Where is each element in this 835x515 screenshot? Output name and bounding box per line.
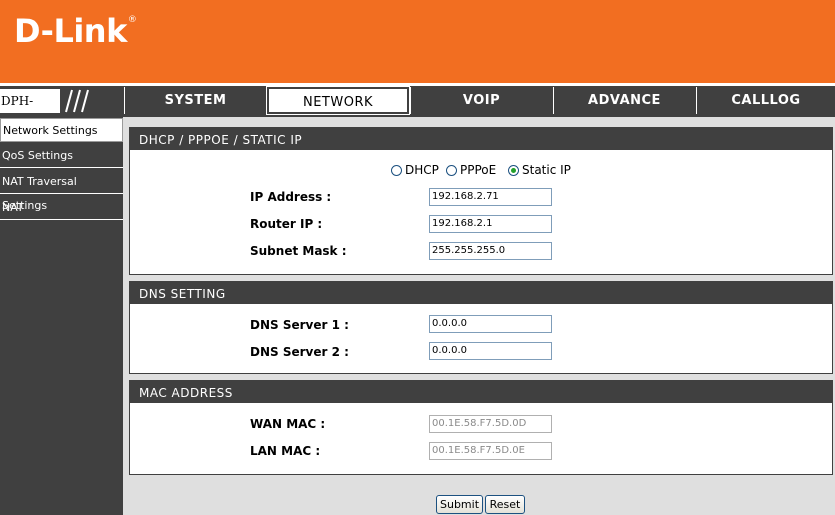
static-ip-radio[interactable]	[508, 165, 519, 176]
reset-button[interactable]: Reset	[485, 495, 525, 514]
ip-section-title: DHCP / PPPOE / STATIC IP	[130, 128, 832, 150]
submit-button[interactable]: Submit	[436, 495, 483, 514]
dns-server-2-label: DNS Server 2 :	[250, 345, 349, 359]
sidebar-item-network-settings[interactable]: Network Settings	[0, 118, 123, 142]
dhcp-label: DHCP	[405, 163, 439, 177]
tab-advance[interactable]: ADVANCE	[553, 87, 695, 114]
sidebar-item-qos-settings[interactable]: QoS Settings	[0, 144, 123, 168]
router-ip-label: Router IP :	[250, 217, 323, 231]
pppoe-radio[interactable]	[446, 165, 457, 176]
subnet-mask-label: Subnet Mask :	[250, 244, 347, 258]
dns-server-1-label: DNS Server 1 :	[250, 318, 349, 332]
header-banner: D-Link®	[0, 0, 835, 83]
dns-settings-section: DNS SETTING DNS Server 1 : 0.0.0.0 DNS S…	[129, 281, 833, 374]
pppoe-label: PPPoE	[460, 163, 497, 177]
dlink-logo: D-Link®	[14, 12, 137, 50]
lan-mac-label: LAN MAC :	[250, 444, 321, 458]
mac-address-section: MAC ADDRESS WAN MAC : 00.1E.58.F7.5D.0D …	[129, 380, 833, 475]
tab-voip[interactable]: VOIP	[410, 87, 552, 114]
lan-mac-field: 00.1E.58.F7.5D.0E	[429, 442, 552, 460]
model-name: DPH-150S	[0, 89, 60, 132]
slash-decoration-icon	[65, 89, 89, 113]
mac-section-title: MAC ADDRESS	[130, 381, 832, 403]
ip-settings-section: DHCP / PPPOE / STATIC IP DHCP PPPoE Stat…	[129, 127, 833, 275]
main-content: DHCP / PPPOE / STATIC IP DHCP PPPoE Stat…	[123, 117, 835, 515]
tab-system[interactable]: SYSTEM	[124, 87, 266, 114]
radio-selected-dot-icon	[511, 168, 516, 173]
tab-calllog[interactable]: CALLLOG	[696, 87, 835, 114]
static-ip-label: Static IP	[522, 163, 571, 177]
sidebar: Network Settings QoS Settings NAT Traver…	[0, 117, 123, 515]
dns-server-1-input[interactable]: 0.0.0.0	[429, 315, 552, 333]
wan-mac-label: WAN MAC :	[250, 417, 326, 431]
wan-mac-field: 00.1E.58.F7.5D.0D	[429, 415, 552, 433]
tab-network[interactable]: NETWORK	[266, 86, 410, 115]
top-nav: DPH-150S SYSTEM NETWORK VOIP ADVANCE CAL…	[0, 86, 835, 132]
router-ip-input[interactable]: 192.168.2.1	[429, 215, 552, 233]
dns-server-2-input[interactable]: 0.0.0.0	[429, 342, 552, 360]
model-badge: DPH-150S	[0, 89, 123, 132]
subnet-mask-input[interactable]: 255.255.255.0	[429, 242, 552, 260]
sidebar-item-nat-traversal-settings[interactable]: NAT Traversal Settings	[0, 170, 123, 212]
ip-address-input[interactable]: 192.168.2.71	[429, 188, 552, 206]
ip-address-label: IP Address :	[250, 190, 332, 204]
dhcp-radio[interactable]	[391, 165, 402, 176]
sidebar-item-nat[interactable]: NAT	[0, 196, 123, 220]
dns-section-title: DNS SETTING	[130, 282, 832, 304]
